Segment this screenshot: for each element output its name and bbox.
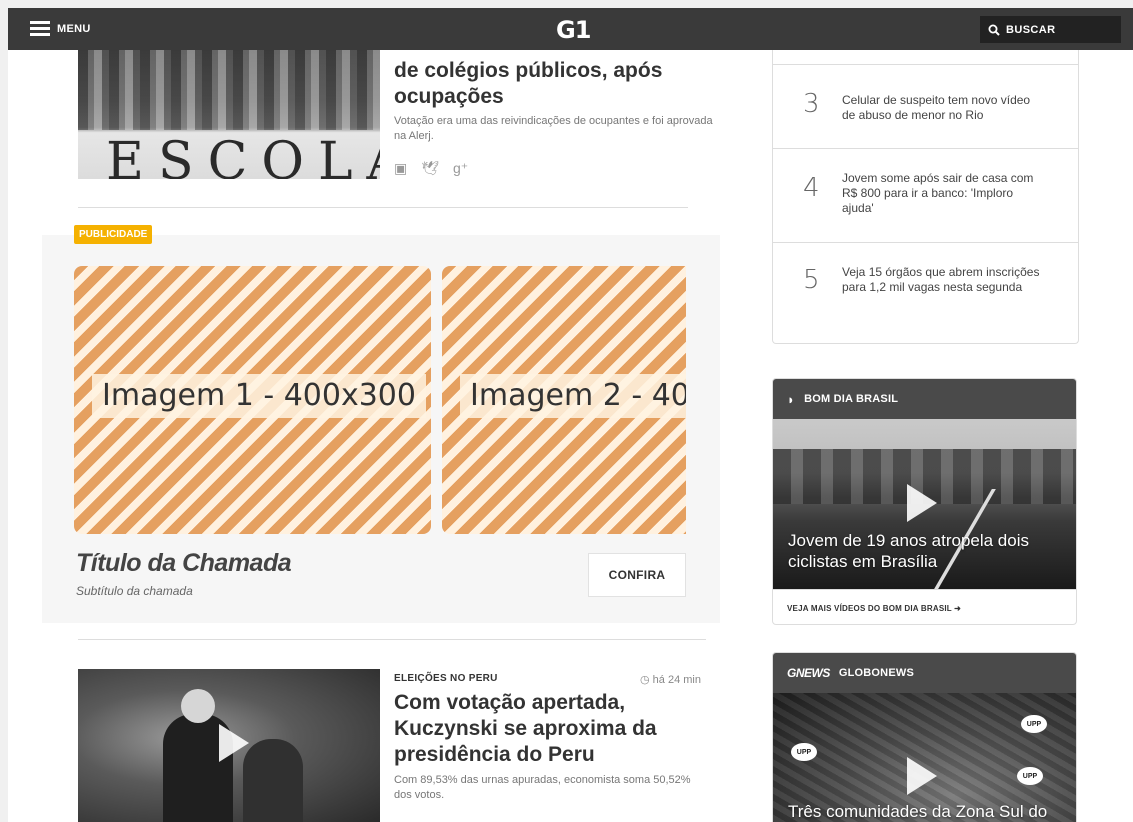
bom-dia-brasil-header[interactable]: ◗ BOM DIA BRASIL	[773, 379, 1076, 419]
menu-button[interactable]: MENU	[30, 18, 91, 40]
upp-marker: UPP	[1021, 715, 1047, 733]
banner-text: ESCOLA	[106, 132, 380, 179]
most-read-item[interactable]: 4 Jovem some após sair de casa com R$ 80…	[773, 148, 1078, 243]
ad-image-1-label: Imagem 1 - 400x300	[92, 374, 426, 418]
search-button[interactable]: BUSCAR	[980, 16, 1121, 43]
story-subtitle: Votação era uma das reivindicações de oc…	[394, 115, 713, 142]
video-caption[interactable]: Jovem de 19 anos atropela dois ciclistas…	[788, 530, 1068, 572]
globonews-box: GNEWS GLOBONEWS UPP UPP UPP Três comunid…	[772, 652, 1077, 822]
globonews-logo: GNEWS	[787, 666, 830, 680]
more-videos-link[interactable]: VEJA MAIS VÍDEOS DO BOM DIA BRASIL ➜	[773, 589, 1076, 624]
divider	[78, 639, 706, 640]
bom-dia-video-thumbnail[interactable]: Jovem de 19 anos atropela dois ciclistas…	[773, 419, 1076, 589]
hamburger-icon	[30, 21, 50, 37]
person-head	[181, 689, 215, 723]
rank-number: 5	[803, 265, 820, 295]
story-title[interactable]: de colégios públicos, após ocupações	[394, 58, 704, 110]
g1-logo[interactable]: G1	[556, 16, 591, 44]
twitter-icon[interactable]: 🕊	[421, 160, 439, 177]
story-time: ◷ há 24 min	[640, 673, 701, 686]
story-category[interactable]: ELEIÇÕES NO PERU	[394, 673, 498, 684]
story-image[interactable]: ESCOLA	[78, 50, 380, 179]
most-read-text: Celular de suspeito tem novo vídeo de ab…	[842, 93, 1031, 122]
ad-image-2[interactable]: Imagem 2 - 40	[442, 266, 686, 534]
story-title[interactable]: Com votação apertada, Kuczynski se aprox…	[394, 690, 704, 768]
most-read-text: Veja 15 órgãos que abrem inscrições para…	[842, 265, 1040, 294]
ad-image-2-label: Imagem 2 - 40	[460, 374, 686, 418]
rank-number: 3	[803, 89, 820, 119]
bom-dia-brasil-box: ◗ BOM DIA BRASIL Jovem de 19 anos atrope…	[772, 378, 1077, 625]
story-video-thumbnail[interactable]	[78, 669, 380, 822]
menu-label: MENU	[57, 23, 91, 35]
ad-image-1[interactable]: Imagem 1 - 400x300	[74, 266, 431, 534]
play-icon[interactable]	[907, 757, 937, 795]
sun-icon: ◗	[787, 391, 796, 407]
ad-title[interactable]: Título da Chamada	[76, 549, 292, 578]
page: MENU G1 BUSCAR ESCOLA de colégios públic…	[8, 8, 1133, 822]
divider	[78, 207, 688, 208]
top-bar: MENU G1 BUSCAR	[8, 8, 1133, 50]
most-read-text: Jovem some após sair de casa com R$ 800 …	[842, 171, 1034, 215]
globonews-title: GLOBONEWS	[838, 667, 914, 679]
story-subtitle: Com 89,53% das urnas apuradas, economist…	[394, 774, 691, 801]
play-icon[interactable]	[907, 484, 937, 522]
play-icon[interactable]	[219, 724, 249, 762]
globonews-header[interactable]: GNEWS GLOBONEWS	[773, 653, 1076, 693]
ad-badge: PUBLICIDADE	[74, 225, 153, 244]
bom-dia-brasil-title: BOM DIA BRASIL	[804, 393, 899, 405]
story-time-text: há 24 min	[652, 674, 701, 686]
most-read-item[interactable]: 5 Veja 15 órgãos que abrem inscrições pa…	[773, 242, 1078, 343]
globonews-video-thumbnail[interactable]: UPP UPP UPP Três comunidades da Zona Sul…	[773, 693, 1076, 822]
search-icon	[988, 24, 1000, 36]
share-bar: ▣ 🕊 g⁺	[394, 160, 468, 177]
google-plus-icon[interactable]: g⁺	[453, 160, 468, 177]
rank-number: 4	[803, 173, 820, 203]
upp-marker: UPP	[1017, 767, 1043, 785]
person-figure	[243, 739, 303, 822]
search-label: BUSCAR	[1006, 23, 1056, 36]
confira-button[interactable]: CONFIRA	[588, 553, 686, 597]
ad-subtitle: Subtítulo da chamada	[76, 584, 193, 598]
video-caption[interactable]: Três comunidades da Zona Sul do	[788, 801, 1068, 822]
most-read-item[interactable]: 3 Celular de suspeito tem novo vídeo de …	[773, 64, 1078, 149]
facebook-icon[interactable]: ▣	[394, 160, 407, 177]
upp-marker: UPP	[791, 743, 817, 761]
most-read-box: 3 Celular de suspeito tem novo vídeo de …	[772, 50, 1079, 344]
crowd-photo	[78, 50, 380, 130]
clock-icon: ◷	[640, 674, 650, 686]
